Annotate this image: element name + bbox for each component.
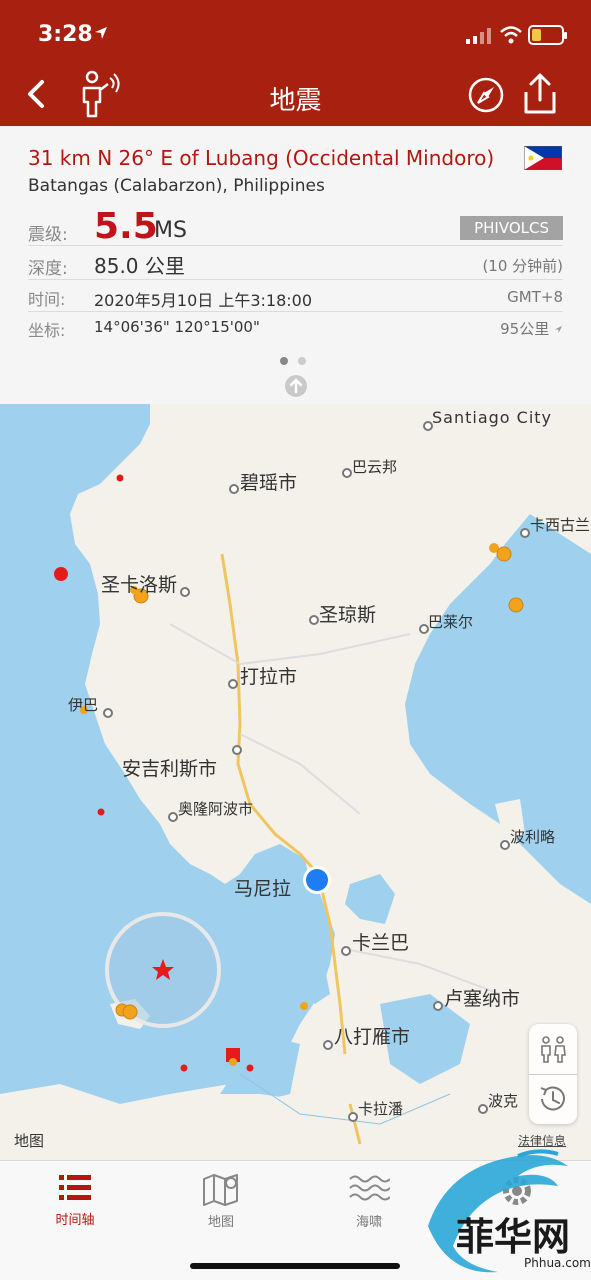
city-san-carlos: 圣卡洛斯 (101, 574, 178, 596)
city-casiguran: 卡西古兰 (530, 516, 591, 534)
earthquake-map[interactable]: Santiago City 碧瑶市 巴云邦 卡西古兰 圣卡洛斯 圣琼斯 巴莱尔 … (0, 404, 591, 1160)
tab-tsunami[interactable]: 海啸 (324, 1171, 414, 1230)
waves-icon (349, 1175, 390, 1201)
nav-bar: 地震 (0, 62, 591, 126)
magnitude-row: 震级: 5.5 MS PHIVOLCS (28, 206, 563, 247)
agency-badge[interactable]: PHIVOLCS (460, 216, 563, 240)
city-dot (520, 528, 530, 538)
city-tarlac: 打拉市 (240, 666, 298, 688)
city-olongapo: 奥隆阿波市 (178, 800, 254, 818)
city-dot (478, 1104, 488, 1114)
map-icon (203, 1174, 238, 1206)
page-dot (280, 357, 288, 365)
time-row: 时间: 2020年5月10日 上午3:18:00 GMT+8 (28, 280, 563, 312)
direction-arrow-icon (554, 325, 563, 334)
city-batangas: 八打雁市 (334, 1026, 411, 1048)
history-icon (540, 1086, 565, 1111)
map-controls (529, 1024, 577, 1124)
depth-label: 深度: (28, 259, 68, 279)
battery-icon (528, 25, 567, 45)
city-dot (323, 1040, 333, 1050)
compass-button[interactable] (467, 76, 505, 114)
time-value: 2020年5月10日 上午3:18:00 (94, 291, 313, 310)
city-calamba: 卡兰巴 (352, 932, 410, 954)
tab-label: 海啸 (355, 1215, 382, 1230)
city-dot (348, 1112, 358, 1122)
city-san-jose: 圣琼斯 (319, 604, 377, 626)
city-dot (232, 745, 242, 755)
depth-row: 深度: 85.0 公里 (10 分钟前) (28, 246, 563, 280)
coord-value: 14°06'36" 120°15'00" (94, 318, 260, 336)
city-dot (342, 468, 352, 478)
timezone: GMT+8 (507, 288, 563, 306)
city-dot (341, 946, 351, 956)
page-indicator[interactable] (280, 350, 316, 369)
city-dot (168, 812, 178, 822)
arrow-up-icon (289, 378, 303, 394)
city-dot (180, 587, 190, 597)
city-dot (433, 1001, 443, 1011)
city-dot (229, 484, 239, 494)
page-dot (298, 357, 306, 365)
city-baler: 巴莱尔 (428, 613, 474, 631)
city-iba: 伊巴 (68, 696, 99, 714)
city-baguio: 碧瑶市 (240, 472, 298, 494)
city-bayombong: 巴云邦 (352, 458, 398, 476)
quake-region: Batangas (Calabarzon), Philippines (28, 176, 325, 196)
people-button[interactable] (529, 1024, 577, 1074)
city-manila: 马尼拉 (234, 878, 292, 900)
app-header: 3:28 地震 (0, 0, 591, 126)
location-arrow-icon (95, 27, 107, 39)
distance-value: 95公里 (500, 318, 563, 339)
tab-label: 时间轴 (55, 1213, 95, 1228)
expand-map-button[interactable] (285, 375, 307, 397)
city-boac: 波克 (488, 1092, 519, 1110)
cellular-signal-icon (466, 28, 491, 44)
city-polillo: 波利略 (510, 828, 556, 846)
magnitude-label: 震级: (28, 225, 68, 245)
wifi-icon (500, 26, 522, 44)
city-santiago: Santiago City (432, 408, 553, 427)
city-dot (309, 615, 319, 625)
philippines-flag-icon (524, 146, 562, 170)
tab-timeline[interactable]: 时间轴 (30, 1171, 120, 1228)
city-lucena: 卢塞纳市 (444, 988, 521, 1010)
list-icon (59, 1175, 91, 1200)
coord-label: 坐标: (28, 321, 66, 340)
city-angeles: 安吉利斯市 (122, 758, 218, 780)
map-base (0, 404, 591, 1160)
time-ago: (10 分钟前) (482, 257, 563, 275)
city-dot (103, 708, 113, 718)
history-button[interactable] (529, 1074, 577, 1124)
share-button[interactable] (520, 72, 560, 116)
depth-value: 85.0 公里 (94, 254, 185, 278)
magnitude-value: 5.5 (94, 206, 158, 247)
quake-title: 31 km N 26° E of Lubang (Occidental Mind… (28, 146, 495, 170)
home-indicator (190, 1263, 400, 1269)
watermark-text: 菲华网 (456, 1214, 571, 1259)
watermark-url: Phhua.com (524, 1256, 591, 1270)
city-dot (228, 679, 238, 689)
quake-info-panel: 31 km N 26° E of Lubang (Occidental Mind… (0, 126, 591, 404)
coord-row: 坐标: 14°06'36" 120°15'00" 95公里 (28, 312, 563, 342)
tab-label: 地图 (207, 1215, 234, 1230)
magnitude-type: MS (154, 218, 187, 243)
status-time: 3:28 (38, 22, 93, 47)
time-label: 时间: (28, 290, 66, 309)
status-bar: 3:28 (0, 0, 591, 62)
city-dot (500, 840, 510, 850)
city-calapan: 卡拉潘 (358, 1100, 404, 1118)
apple-maps-logo: 地图 (14, 1132, 45, 1150)
people-icon (541, 1036, 566, 1063)
tab-map[interactable]: 地图 (176, 1171, 266, 1230)
